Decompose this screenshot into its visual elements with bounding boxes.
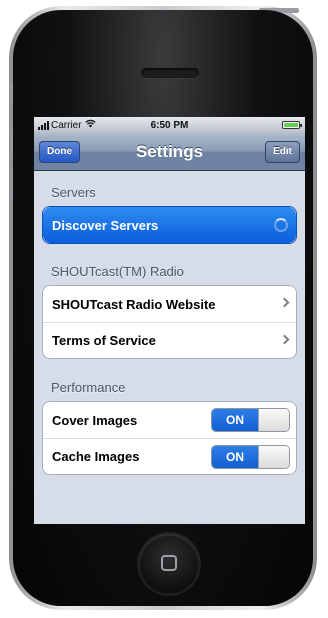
shoutcast-website-row[interactable]: SHOUTcast Radio Website [43,286,296,322]
section-header-servers: Servers [51,185,96,200]
toggle-knob [258,446,289,468]
chevron-right-icon [279,334,290,345]
earpiece-speaker [141,68,199,78]
cover-images-row: Cover Images ON [43,402,296,438]
row-label: SHOUTcast Radio Website [52,296,216,312]
spinner-icon [274,218,288,232]
row-label: Cache Images [52,449,140,464]
shoutcast-group: SHOUTcast Radio Website Terms of Service [42,285,297,359]
toggle-knob [258,409,289,431]
edit-button[interactable]: Edit [265,141,300,163]
screen: Carrier 6:50 PM Done Settings Edit Serve… [34,117,305,524]
row-label: Discover Servers [52,217,159,233]
cache-images-row: Cache Images ON [43,438,296,474]
navigation-bar: Done Settings Edit [34,133,305,171]
toggle-on-label: ON [212,446,258,468]
battery-icon [282,121,302,129]
performance-group: Cover Images ON Cache Images ON [42,401,297,475]
settings-table: Servers Discover Servers SHOUTcast(TM) R… [34,185,305,475]
cover-images-toggle[interactable]: ON [211,408,290,432]
row-label: Terms of Service [52,333,156,348]
section-header-performance: Performance [51,380,126,395]
section-header-shoutcast: SHOUTcast(TM) Radio [51,264,184,279]
home-button-square-icon [161,555,177,571]
servers-group: Discover Servers [42,206,297,244]
cache-images-toggle[interactable]: ON [211,445,290,469]
chevron-right-icon [279,297,290,308]
status-bar: Carrier 6:50 PM [34,117,305,133]
toggle-on-label: ON [212,409,258,431]
row-label: Cover Images [52,412,138,428]
terms-of-service-row[interactable]: Terms of Service [43,322,296,358]
discover-servers-row[interactable]: Discover Servers [43,207,296,243]
status-time: 6:50 PM [150,119,189,131]
